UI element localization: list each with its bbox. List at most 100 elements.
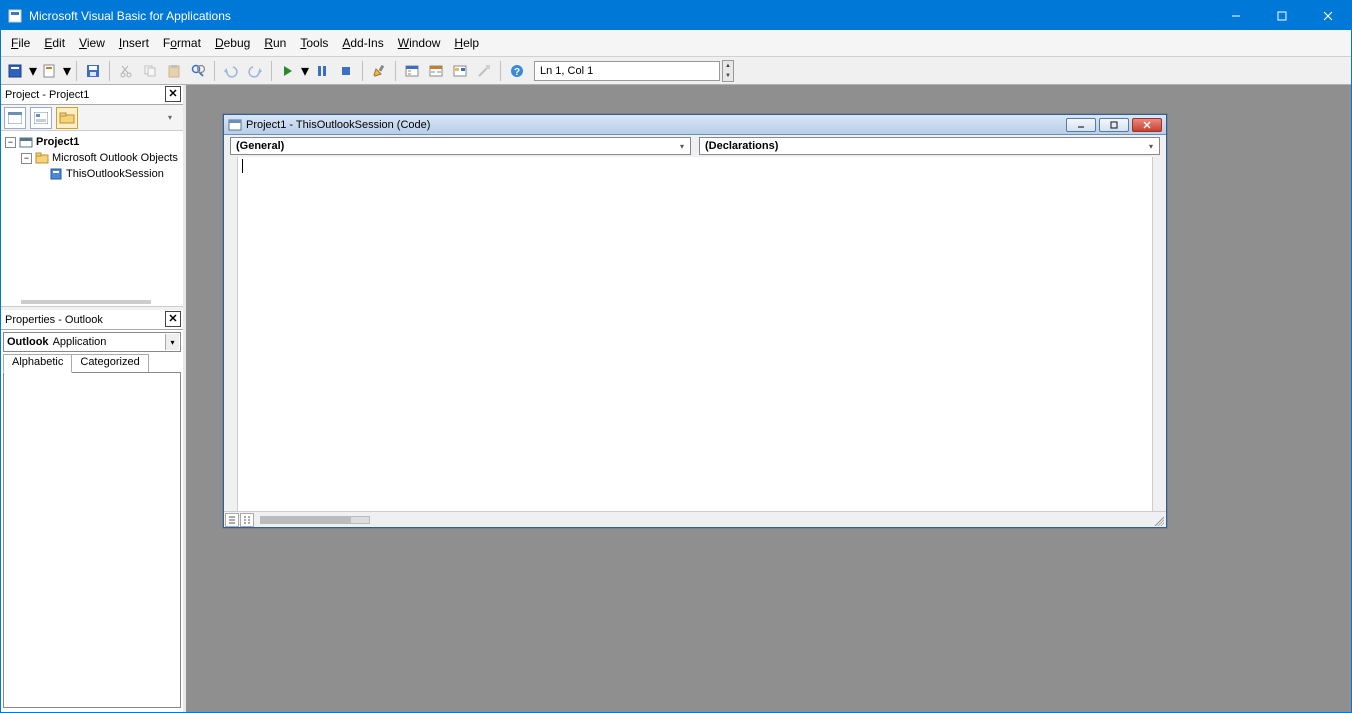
code-window-combos: (General) ▾ (Declarations) ▾ <box>224 135 1166 157</box>
properties-object-name: Outlook <box>7 336 49 348</box>
code-margin[interactable] <box>224 157 238 511</box>
folder-icon <box>35 151 49 165</box>
menu-window[interactable]: Window <box>398 36 441 50</box>
cursor-position-display: Ln 1, Col 1 <box>534 61 720 81</box>
project-panel-header: Project - Project1 ✕ <box>1 85 183 105</box>
menu-view[interactable]: View <box>79 36 105 50</box>
chevron-down-icon[interactable]: ▾ <box>165 334 179 350</box>
help-icon[interactable]: ? <box>506 60 528 82</box>
tree-group-label: Microsoft Outlook Objects <box>52 152 178 164</box>
toolbar: ▾ ▾ ▾ ? Ln 1, Col 1 ▲▼ <box>1 57 1351 85</box>
menu-debug[interactable]: Debug <box>215 36 250 50</box>
chevron-down-icon[interactable]: ▾ <box>1144 139 1158 153</box>
run-icon[interactable] <box>277 60 299 82</box>
redo-icon[interactable] <box>244 60 266 82</box>
chevron-down-icon[interactable]: ▾ <box>675 139 689 153</box>
toolbox-icon[interactable] <box>473 60 495 82</box>
window-title: Microsoft Visual Basic for Applications <box>29 9 1213 23</box>
mdi-client-area: Project1 - ThisOutlookSession (Code) (Ge… <box>183 85 1351 712</box>
procedure-combo[interactable]: (Declarations) ▾ <box>699 137 1160 155</box>
copy-icon[interactable] <box>139 60 161 82</box>
view-code-icon[interactable] <box>4 107 26 129</box>
code-window-minimize-button[interactable] <box>1066 118 1096 132</box>
menu-edit[interactable]: Edit <box>44 36 65 50</box>
code-horizontal-scrollbar[interactable] <box>260 516 370 524</box>
project-tree-scrollbar[interactable] <box>21 300 151 304</box>
full-module-view-icon[interactable] <box>240 513 254 527</box>
project-explorer-icon[interactable] <box>401 60 423 82</box>
find-icon[interactable] <box>187 60 209 82</box>
undo-icon[interactable] <box>220 60 242 82</box>
tree-item-label: ThisOutlookSession <box>66 168 164 180</box>
tree-group[interactable]: − Microsoft Outlook Objects <box>3 150 181 166</box>
project-panel-title: Project - Project1 <box>5 89 89 101</box>
project-panel-close-button[interactable]: ✕ <box>165 86 181 102</box>
app-icon <box>7 8 23 24</box>
code-window-maximize-button[interactable] <box>1099 118 1129 132</box>
workspace: Project - Project1 ✕ ▾ − Project1 − Micr… <box>1 85 1351 712</box>
view-dropdown[interactable]: ▾ <box>29 61 37 81</box>
menu-insert[interactable]: Insert <box>119 36 149 50</box>
object-combo[interactable]: (General) ▾ <box>230 137 691 155</box>
minimize-button[interactable] <box>1213 1 1259 30</box>
procedure-combo-value: (Declarations) <box>705 140 778 152</box>
insert-dropdown[interactable]: ▾ <box>63 61 71 81</box>
code-vertical-scrollbar[interactable] <box>1152 157 1166 511</box>
close-button[interactable] <box>1305 1 1351 30</box>
tree-root-label: Project1 <box>36 136 79 148</box>
properties-grid[interactable] <box>3 372 181 708</box>
outlook-view-icon[interactable] <box>5 60 27 82</box>
collapse-icon[interactable]: − <box>5 137 16 148</box>
menu-tools[interactable]: Tools <box>300 36 328 50</box>
menu-addins[interactable]: Add-Ins <box>342 36 383 50</box>
design-mode-icon[interactable] <box>368 60 390 82</box>
cut-icon[interactable] <box>115 60 137 82</box>
toggle-folders-icon[interactable] <box>56 107 78 129</box>
cursor-pos-spinner[interactable]: ▲▼ <box>722 60 734 82</box>
menu-run[interactable]: Run <box>264 36 286 50</box>
reset-icon[interactable] <box>335 60 357 82</box>
properties-tab-categorized[interactable]: Categorized <box>71 354 148 372</box>
procedure-view-icon[interactable] <box>225 513 239 527</box>
code-editor[interactable] <box>238 157 1152 511</box>
code-editor-body <box>224 157 1166 511</box>
left-docked-panels: Project - Project1 ✕ ▾ − Project1 − Micr… <box>1 85 183 712</box>
tree-item[interactable]: ThisOutlookSession <box>3 166 181 182</box>
object-combo-value: (General) <box>236 140 284 152</box>
menu-file[interactable]: File <box>11 36 30 50</box>
run-dropdown[interactable]: ▾ <box>301 61 309 81</box>
properties-object-type: Application <box>53 336 107 348</box>
insert-module-icon[interactable] <box>39 60 61 82</box>
menu-format[interactable]: Format <box>163 36 201 50</box>
object-browser-icon[interactable] <box>449 60 471 82</box>
properties-object-combo[interactable]: Outlook Application ▾ <box>3 332 181 352</box>
properties-panel-close-button[interactable]: ✕ <box>165 311 181 327</box>
code-window-titlebar[interactable]: Project1 - ThisOutlookSession (Code) <box>224 115 1166 135</box>
paste-icon[interactable] <box>163 60 185 82</box>
resize-grip-icon[interactable] <box>1152 514 1164 526</box>
properties-window-icon[interactable] <box>425 60 447 82</box>
save-icon[interactable] <box>82 60 104 82</box>
window-titlebar: Microsoft Visual Basic for Applications <box>1 1 1351 30</box>
code-window: Project1 - ThisOutlookSession (Code) (Ge… <box>223 114 1167 528</box>
window-controls <box>1213 1 1351 30</box>
code-window-icon <box>228 118 242 132</box>
properties-tab-alphabetic[interactable]: Alphabetic <box>3 354 72 373</box>
code-window-footer <box>224 511 1166 527</box>
menu-help[interactable]: Help <box>454 36 479 50</box>
project-explorer-tree[interactable]: − Project1 − Microsoft Outlook Objects T… <box>1 131 183 307</box>
code-window-close-button[interactable] <box>1132 118 1162 132</box>
view-object-icon[interactable] <box>30 107 52 129</box>
project-panel-options[interactable]: ▾ <box>168 113 180 122</box>
text-cursor <box>242 159 243 173</box>
tree-root[interactable]: − Project1 <box>3 134 181 150</box>
properties-panel: Properties - Outlook ✕ Outlook Applicati… <box>1 307 183 712</box>
project-panel-toolbar: ▾ <box>1 105 183 131</box>
collapse-icon[interactable]: − <box>21 153 32 164</box>
properties-panel-header: Properties - Outlook ✕ <box>1 310 183 330</box>
break-icon[interactable] <box>311 60 333 82</box>
properties-tabs: Alphabetic Categorized <box>3 354 181 372</box>
code-window-title: Project1 - ThisOutlookSession (Code) <box>246 119 1066 131</box>
maximize-button[interactable] <box>1259 1 1305 30</box>
module-icon <box>49 167 63 181</box>
